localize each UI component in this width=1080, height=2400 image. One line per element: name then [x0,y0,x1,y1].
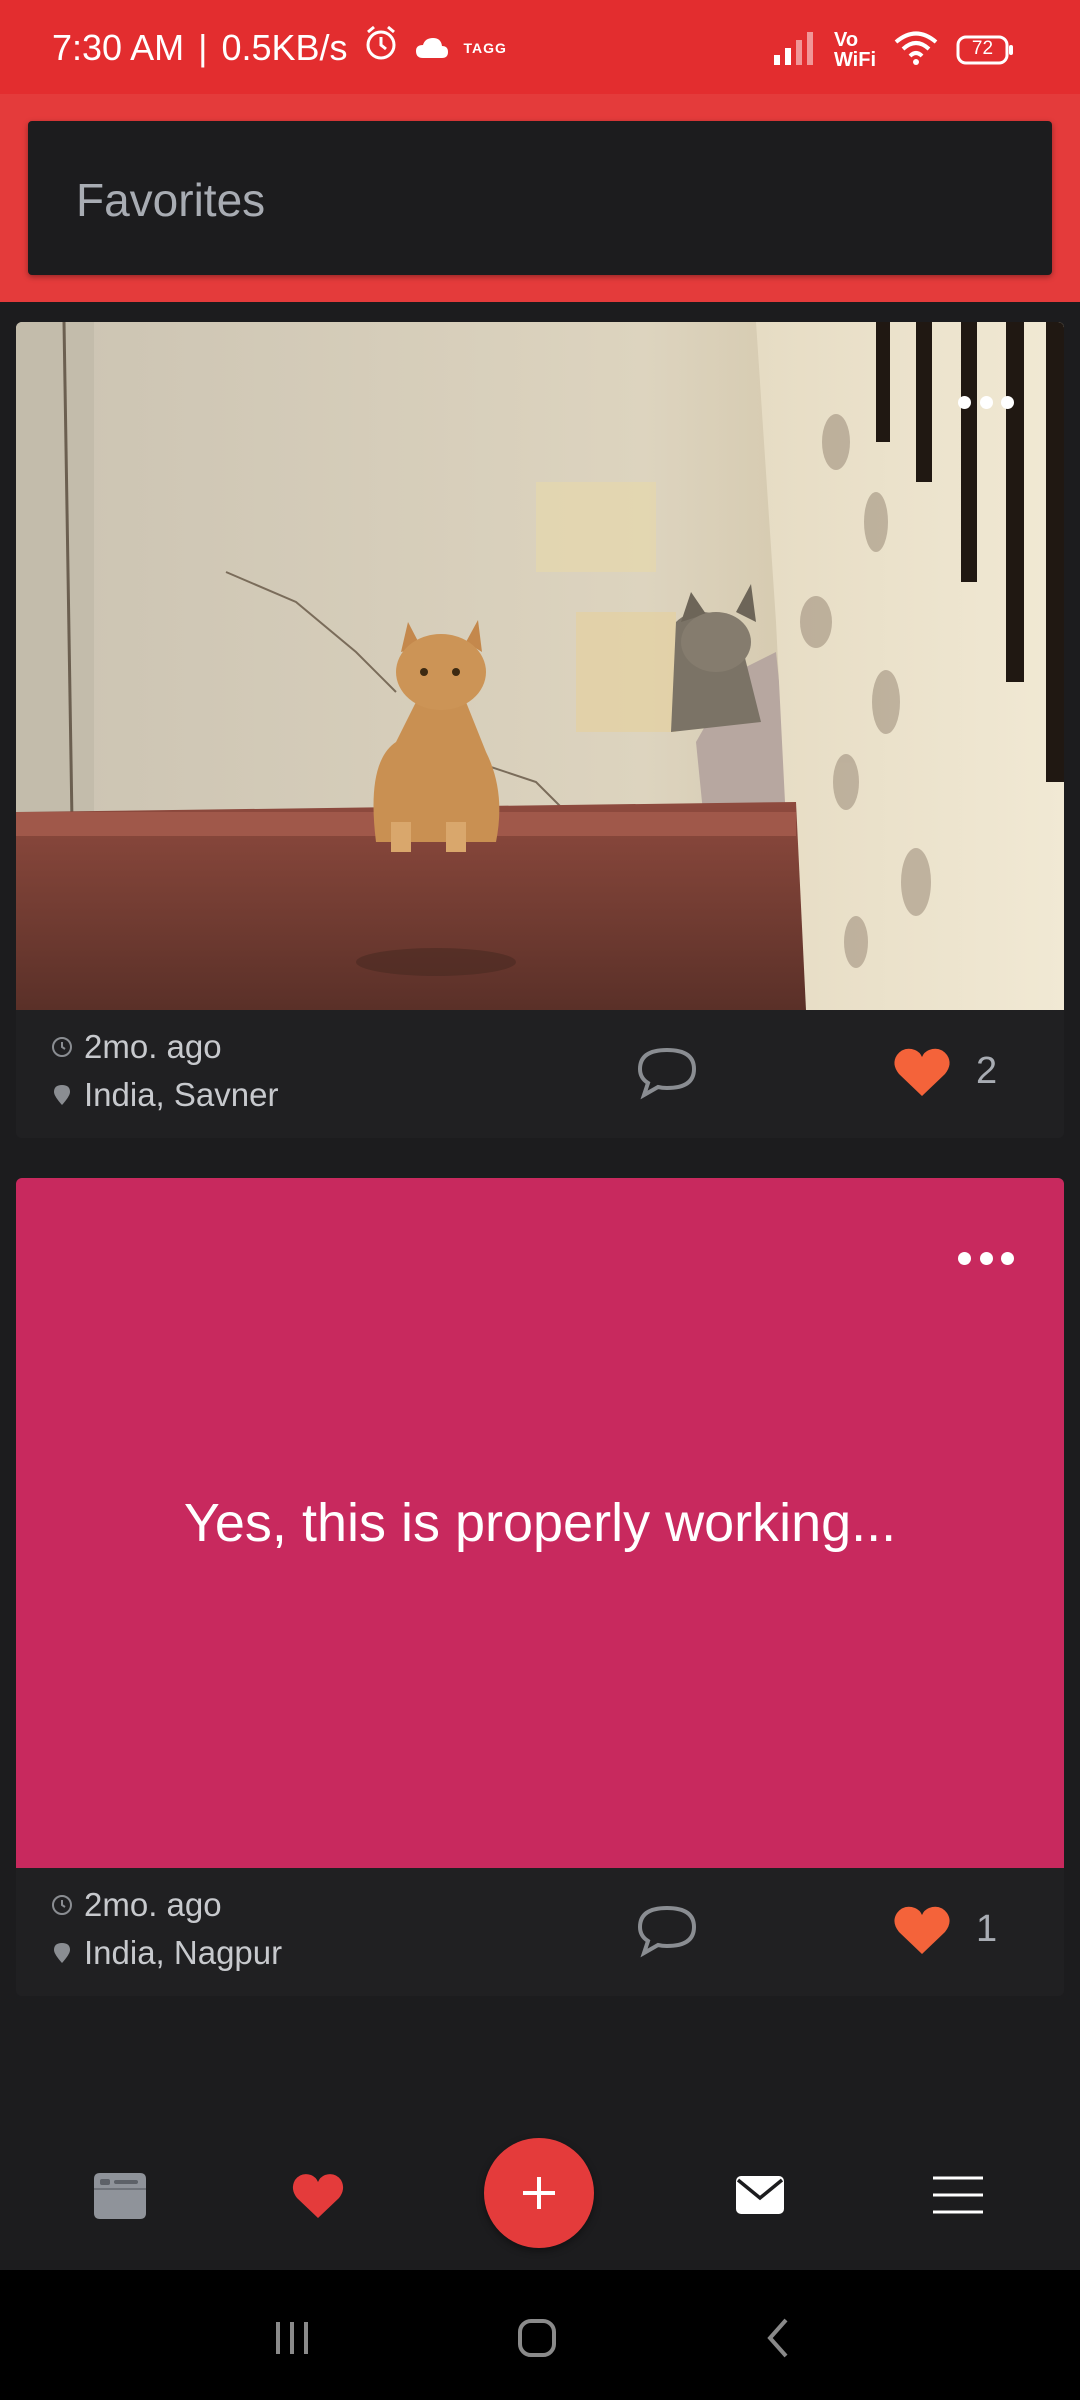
home-button[interactable] [507,2308,567,2368]
add-icon [523,2177,555,2209]
like-button[interactable] [891,1044,953,1100]
clock-icon [50,1035,74,1059]
cat-photo[interactable] [16,322,1064,1010]
nav-menu[interactable] [918,2160,998,2230]
back-button[interactable] [748,2308,808,2368]
nav-favorites[interactable] [278,2160,358,2230]
like-count: 2 [976,1050,998,1092]
post-time-label: 2mo. ago [84,1028,222,1065]
location-pin-icon [50,1083,74,1107]
post-location: India, Savner [50,1076,278,1114]
feed-icon [94,2173,146,2219]
heart-icon [894,1048,950,1096]
post-location-label: India, Savner [84,1076,279,1113]
comment-icon [637,1047,697,1100]
status-left: 7:30 AM | 0.5KB/s TAGG [52,24,507,71]
like-button[interactable] [891,1902,953,1958]
text-post-body[interactable]: Yes, this is properly working... [16,1178,1064,1868]
more-dot [979,395,993,409]
location-pin-icon [50,1941,74,1965]
more-dot [958,1251,971,1265]
page-title: Favorites [76,174,266,226]
more-dot [1001,1251,1014,1265]
more-dot [979,1251,993,1265]
system-nav-bar [0,2270,1080,2400]
post-location: India, Nagpur [50,1934,282,1972]
title-box[interactable]: Favorites [28,121,1052,275]
post-footer: 2mo. ago India, Nagpur 1 [16,1868,1064,1996]
like-count: 1 [976,1908,998,1950]
signal-icon [772,31,816,70]
volte-indicator: Vo WiFi [834,30,876,70]
post-time-label: 2mo. ago [84,1886,222,1923]
status-right: Vo WiFi 72 [772,30,1014,70]
volte-bottom: WiFi [833,49,876,71]
more-options-button[interactable] [958,390,1014,414]
wifi-icon [894,31,938,70]
add-post-button[interactable] [484,2138,594,2248]
post-location-label: India, Nagpur [84,1934,283,1971]
battery-level: 72 [971,38,994,59]
post-footer: 2mo. ago India, Savner 2 [16,1010,1064,1138]
post-text: Yes, this is properly working... [183,1493,897,1553]
mail-icon [736,2176,784,2214]
battery-icon: 72 [956,35,1014,65]
more-dot [958,395,971,409]
nav-messages[interactable] [720,2160,800,2230]
volte-top: Vo [833,29,859,51]
recents-icon [276,2322,308,2354]
home-icon [518,2319,556,2357]
comment-icon [637,1905,697,1958]
cloud-icon [414,27,450,69]
status-separator: | [198,26,208,68]
bottom-nav [0,2120,1080,2270]
nav-feed[interactable] [80,2160,160,2230]
more-options-button[interactable] [958,1246,1014,1270]
post-time: 2mo. ago [50,1028,222,1066]
status-time: 7:30 AM [52,26,185,68]
status-bar: 7:30 AM | 0.5KB/s TAGG Vo WiFi 72 [0,0,1080,94]
post-card[interactable]: 2mo. ago India, Savner 2 [16,322,1064,1138]
menu-icon [933,2176,983,2214]
back-icon [767,2318,788,2358]
post-time: 2mo. ago [50,1886,222,1924]
heart-icon [894,1906,950,1954]
network-speed: 0.5KB/s [221,26,348,68]
post-card[interactable]: Yes, this is properly working... 2mo. ag… [16,1178,1064,1996]
heart-icon [292,2174,344,2218]
tagg-logo: TAGG [463,39,507,56]
recents-button[interactable] [262,2308,322,2368]
alarm-icon [362,24,400,71]
comment-button[interactable] [636,1902,698,1958]
more-dot [1001,395,1014,409]
clock-icon [50,1893,74,1917]
comment-button[interactable] [636,1044,698,1100]
